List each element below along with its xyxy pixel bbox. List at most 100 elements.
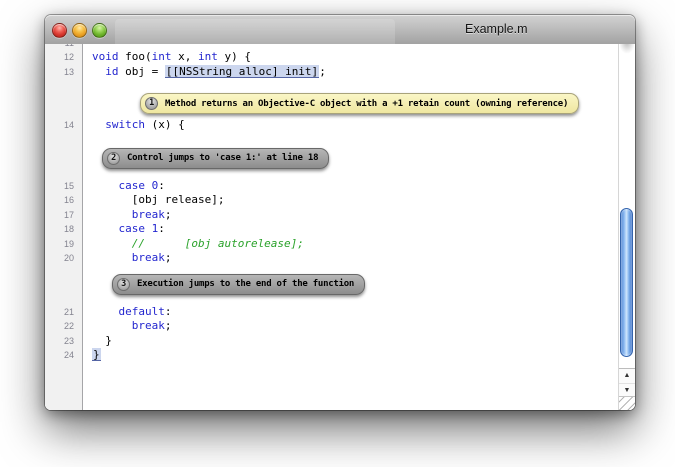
minimize-button[interactable] — [72, 23, 87, 38]
code-line-18[interactable]: 18 case 1: — [45, 222, 618, 237]
code-token: int — [198, 50, 218, 63]
code-text: break; — [82, 251, 172, 266]
code-token: // [obj autorelease]; — [92, 237, 304, 250]
code-line-19[interactable]: 19 // [obj autorelease]; — [45, 237, 618, 252]
code-token: obj = — [119, 65, 165, 78]
code-token: x, — [172, 50, 199, 63]
code-line-12[interactable]: 12void foo(int x, int y) { — [45, 50, 618, 65]
code-editor[interactable]: 1112void foo(int x, int y) {13 id obj = … — [45, 44, 618, 410]
code-token: : — [165, 305, 172, 318]
scroll-up-button[interactable]: ▲ — [619, 369, 635, 383]
bubble-number-badge: 1 — [145, 97, 158, 110]
resize-grip-icon[interactable] — [619, 396, 635, 410]
code-token — [145, 179, 152, 192]
code-token: y) { — [218, 50, 251, 63]
code-text: switch (x) { — [82, 118, 185, 133]
analyzer-highlight: } — [92, 348, 101, 361]
code-token: int — [152, 50, 172, 63]
line-number: 21 — [45, 305, 82, 320]
bubble-text: Method returns an Objective-C object wit… — [165, 99, 568, 109]
zoom-button[interactable] — [92, 23, 107, 38]
code-token: case — [119, 179, 146, 192]
line-number: 14 — [45, 118, 82, 133]
close-button[interactable] — [52, 23, 67, 38]
code-text: void foo(int x, int y) { — [82, 50, 251, 65]
window-title: Example.m — [465, 22, 528, 36]
line-number: 13 — [45, 65, 82, 80]
code-line-14[interactable]: 14 switch (x) { — [45, 118, 618, 133]
code-line-22[interactable]: 22 break; — [45, 319, 618, 334]
code-text: } — [82, 334, 112, 349]
code-token: } — [92, 334, 112, 347]
code-token: ; — [319, 65, 326, 78]
code-token — [92, 208, 132, 221]
code-text: break; — [82, 208, 172, 223]
code-line-24[interactable]: 24} — [45, 348, 618, 363]
code-token — [92, 222, 119, 235]
bubble-number-badge: 3 — [117, 278, 130, 291]
analyzer-highlight: [[NSString alloc] init] — [165, 65, 319, 78]
code-token: switch — [105, 118, 145, 131]
code-token — [145, 222, 152, 235]
bubble-number-badge: 2 — [107, 152, 120, 165]
code-line-16[interactable]: 16 [obj release]; — [45, 193, 618, 208]
code-text: case 1: — [82, 222, 165, 237]
title-bar[interactable]: Example.m — [45, 15, 635, 45]
code-text: } — [82, 348, 101, 363]
code-token: break — [132, 251, 165, 264]
code-token: : — [158, 222, 165, 235]
line-number: 15 — [45, 179, 82, 194]
code-token: [obj release]; — [92, 193, 224, 206]
code-token: break — [132, 319, 165, 332]
scrollbar-arrows: ▲ ▼ — [619, 368, 635, 397]
code-line-21[interactable]: 21 default: — [45, 305, 618, 320]
code-token: id — [105, 65, 118, 78]
code-token: ; — [165, 319, 172, 332]
code-line-15[interactable]: 15 case 0: — [45, 179, 618, 194]
code-token — [92, 65, 105, 78]
code-line-23[interactable]: 23 } — [45, 334, 618, 349]
code-flow: 1112void foo(int x, int y) {13 id obj = … — [45, 44, 618, 363]
scrollbar-track[interactable] — [619, 44, 635, 369]
window-content: 1112void foo(int x, int y) {13 id obj = … — [45, 44, 635, 410]
bubble-text: Control jumps to 'case 1:' at line 18 — [127, 153, 318, 163]
screenshot-canvas: Example.m 1112void foo(int x, int y) {13… — [0, 0, 675, 467]
code-text: id obj = [[NSString alloc] init]; — [82, 65, 326, 80]
code-token: foo( — [119, 50, 152, 63]
code-line-17[interactable]: 17 break; — [45, 208, 618, 223]
code-token: : — [158, 179, 165, 192]
code-token: void — [92, 50, 119, 63]
code-token: default — [119, 305, 165, 318]
code-token: (x) { — [145, 118, 185, 131]
scrollbar-thumb[interactable] — [620, 208, 633, 357]
line-number: 24 — [45, 348, 82, 363]
analyzer-bubble-2: 2 Control jumps to 'case 1:' at line 18 — [102, 148, 329, 169]
window: Example.m 1112void foo(int x, int y) {13… — [45, 15, 635, 410]
code-text: // [obj autorelease]; — [82, 237, 304, 252]
code-text: [obj release]; — [82, 193, 224, 208]
line-number: 23 — [45, 334, 82, 349]
titlebar-sheen — [115, 19, 395, 44]
code-token — [92, 179, 119, 192]
code-token: break — [132, 208, 165, 221]
line-number: 22 — [45, 319, 82, 334]
code-token: ; — [165, 251, 172, 264]
bubble-text: Execution jumps to the end of the functi… — [137, 279, 354, 289]
line-number: 11 — [45, 44, 82, 50]
line-number: 19 — [45, 237, 82, 252]
code-line-20[interactable]: 20 break; — [45, 251, 618, 266]
code-token: case — [119, 222, 146, 235]
code-token — [92, 305, 119, 318]
line-number: 20 — [45, 251, 82, 266]
analyzer-bubble-1: 1 Method returns an Objective-C object wi… — [140, 93, 579, 114]
line-number: 18 — [45, 222, 82, 237]
code-text: case 0: — [82, 179, 165, 194]
code-text: break; — [82, 319, 172, 334]
code-line-13[interactable]: 13 id obj = [[NSString alloc] init]; — [45, 65, 618, 80]
vertical-scrollbar[interactable]: ▲ ▼ — [618, 44, 635, 410]
code-token — [92, 251, 132, 264]
code-token: ; — [165, 208, 172, 221]
analyzer-bubble-3: 3 Execution jumps to the end of the funct… — [112, 274, 365, 295]
code-token — [92, 319, 132, 332]
code-token — [92, 118, 105, 131]
